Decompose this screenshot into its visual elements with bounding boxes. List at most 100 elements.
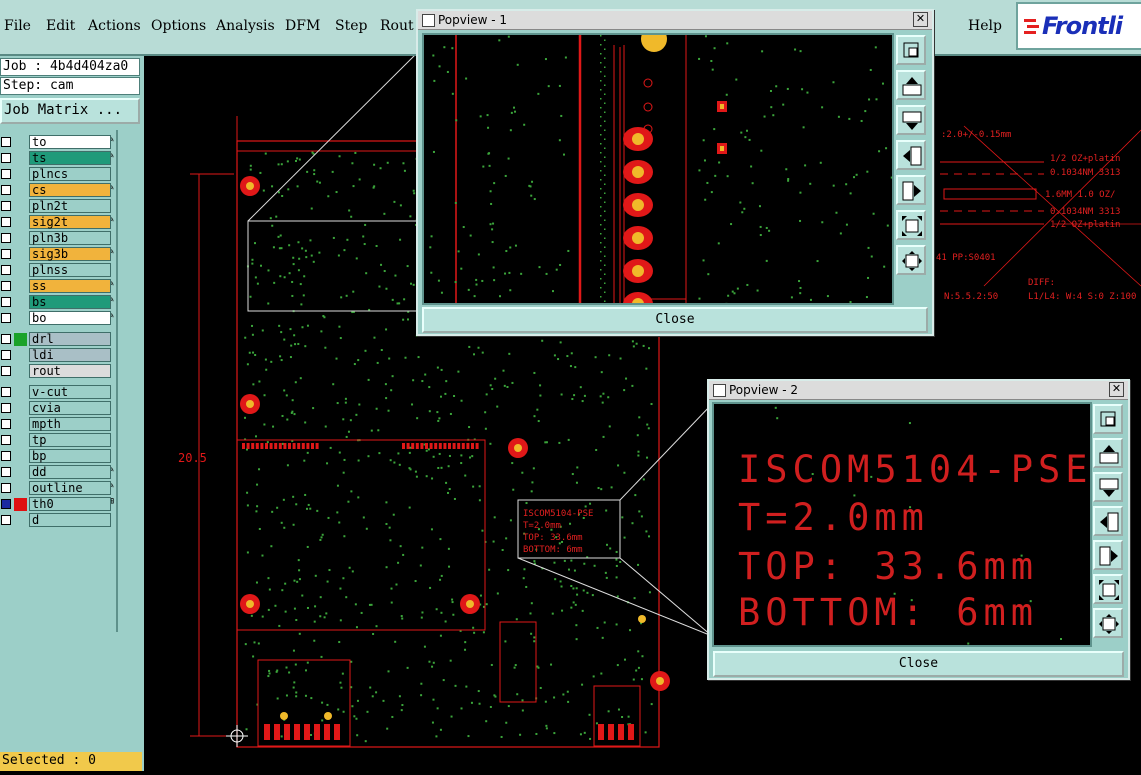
menu-help[interactable]: Help: [968, 18, 1002, 34]
popview-2-pan-left-button[interactable]: [1093, 506, 1123, 536]
layer-checkbox[interactable]: [1, 515, 11, 525]
layer-row-outline[interactable]: ✎outline: [0, 480, 116, 496]
layer-name[interactable]: sig2t: [29, 215, 111, 229]
layer-name[interactable]: drl: [29, 332, 111, 346]
layer-name[interactable]: plnss: [29, 263, 111, 277]
layer-name[interactable]: bp: [29, 449, 111, 463]
layer-checkbox[interactable]: [1, 451, 11, 461]
layer-row-tp[interactable]: tp: [0, 432, 116, 448]
layer-row-sig3b[interactable]: ✎sig3b: [0, 246, 116, 262]
popview-2-zoom-out-button[interactable]: [1093, 574, 1123, 604]
popview-1-pan-up-button[interactable]: [896, 70, 926, 100]
layer-row-pln3b[interactable]: pln3b: [0, 230, 116, 246]
layer-checkbox[interactable]: [1, 483, 11, 493]
layer-checkbox[interactable]: [1, 387, 11, 397]
layer-name[interactable]: rout: [29, 364, 111, 378]
layer-row-mpth[interactable]: mpth: [0, 416, 116, 432]
menu-step[interactable]: Step: [335, 18, 367, 34]
layer-name[interactable]: outline: [29, 481, 111, 495]
layer-checkbox[interactable]: [1, 265, 11, 275]
popview-1-pan-right-button[interactable]: [896, 175, 926, 205]
layer-color-swatch[interactable]: [14, 333, 27, 346]
popview-2-pan-right-button[interactable]: [1093, 540, 1123, 570]
layer-checkbox[interactable]: [1, 169, 11, 179]
layer-row-sig2t[interactable]: ✎sig2t: [0, 214, 116, 230]
popview-1-zoom-window-button[interactable]: [896, 35, 926, 65]
layer-checkbox[interactable]: [1, 313, 11, 323]
layer-name[interactable]: th0: [29, 497, 111, 511]
layer-checkbox[interactable]: [1, 435, 11, 445]
layer-checkbox[interactable]: [1, 201, 11, 211]
popview-2-pan-down-button[interactable]: [1093, 472, 1123, 502]
layer-checkbox[interactable]: [1, 403, 11, 413]
layer-row-cs[interactable]: ✎cs: [0, 182, 116, 198]
layer-name[interactable]: dd: [29, 465, 111, 479]
layer-row-cvia[interactable]: cvia: [0, 400, 116, 416]
layer-name[interactable]: ldi: [29, 348, 111, 362]
layer-name[interactable]: sig3b: [29, 247, 111, 261]
menu-dfm[interactable]: DFM: [285, 18, 320, 34]
layer-name[interactable]: plncs: [29, 167, 111, 181]
layer-name[interactable]: cs: [29, 183, 111, 197]
layer-name[interactable]: ss: [29, 279, 111, 293]
layer-checkbox[interactable]: [1, 217, 11, 227]
window-menu-icon[interactable]: [422, 14, 435, 27]
layer-row-bs[interactable]: ✎bs: [0, 294, 116, 310]
popview-2-titlebar[interactable]: Popview - 2 ✕: [709, 381, 1128, 400]
layer-row-ts[interactable]: ✎ts: [0, 150, 116, 166]
layer-name[interactable]: cvia: [29, 401, 111, 415]
layer-name[interactable]: d: [29, 513, 111, 527]
layer-checkbox[interactable]: [1, 297, 11, 307]
layer-name[interactable]: v-cut: [29, 385, 111, 399]
layer-name[interactable]: bs: [29, 295, 111, 309]
layer-checkbox[interactable]: [1, 153, 11, 163]
layer-checkbox[interactable]: [1, 366, 11, 376]
layer-checkbox[interactable]: [1, 334, 11, 344]
popview-1-pan-down-button[interactable]: [896, 105, 926, 135]
popview-1-zoom-out-button[interactable]: [896, 210, 926, 240]
popview-2-pan-up-button[interactable]: [1093, 438, 1123, 468]
popview-1-close-button[interactable]: Close: [422, 307, 928, 333]
layer-name[interactable]: pln3b: [29, 231, 111, 245]
layer-row-bp[interactable]: bp: [0, 448, 116, 464]
layer-name[interactable]: ts: [29, 151, 111, 165]
popview-2-view[interactable]: ISCOM5104-PSE T=2.0mm TOP: 33.6mm BOTTOM…: [712, 402, 1092, 647]
popview-1-pan-left-button[interactable]: [896, 140, 926, 170]
layer-row-dd[interactable]: ✎dd: [0, 464, 116, 480]
layer-row-drl[interactable]: drl: [0, 331, 116, 347]
layer-checkbox[interactable]: [1, 185, 11, 195]
layer-row-v-cut[interactable]: v-cut: [0, 384, 116, 400]
window-menu-icon[interactable]: [713, 384, 726, 397]
layer-checkbox[interactable]: [1, 137, 11, 147]
layer-checkbox[interactable]: [1, 350, 11, 360]
layer-row-plncs[interactable]: plncs: [0, 166, 116, 182]
menu-edit[interactable]: Edit: [46, 18, 75, 34]
layer-name[interactable]: pln2t: [29, 199, 111, 213]
layer-row-bo[interactable]: ✎bo: [0, 310, 116, 326]
close-icon[interactable]: ✕: [913, 12, 928, 27]
layer-name[interactable]: mpth: [29, 417, 111, 431]
menu-rout[interactable]: Rout: [380, 18, 414, 34]
layer-row-plnss[interactable]: plnss: [0, 262, 116, 278]
layer-row-ldi[interactable]: ldi: [0, 347, 116, 363]
layer-row-th0[interactable]: ✎⊞th0: [0, 496, 116, 512]
layer-color-swatch[interactable]: [14, 498, 27, 511]
menu-analysis[interactable]: Analysis: [216, 18, 275, 34]
layer-row-to[interactable]: ✎to: [0, 134, 116, 150]
menu-file[interactable]: File: [4, 18, 31, 34]
layer-row-rout[interactable]: rout: [0, 363, 116, 379]
menu-options[interactable]: Options: [151, 18, 206, 34]
layer-row-d[interactable]: d: [0, 512, 116, 528]
layer-checkbox[interactable]: [1, 499, 11, 509]
popview-2-zoom-fit-button[interactable]: [1093, 608, 1123, 638]
popview-2-close-button[interactable]: Close: [713, 651, 1124, 677]
layer-checkbox[interactable]: [1, 281, 11, 291]
close-icon[interactable]: ✕: [1109, 382, 1124, 397]
popview-2-zoom-window-button[interactable]: [1093, 404, 1123, 434]
layer-checkbox[interactable]: [1, 419, 11, 429]
layer-checkbox[interactable]: [1, 233, 11, 243]
job-matrix-button[interactable]: Job Matrix ...: [0, 98, 140, 124]
layer-row-pln2t[interactable]: pln2t: [0, 198, 116, 214]
layer-checkbox[interactable]: [1, 249, 11, 259]
popview-1-view[interactable]: [422, 33, 894, 305]
